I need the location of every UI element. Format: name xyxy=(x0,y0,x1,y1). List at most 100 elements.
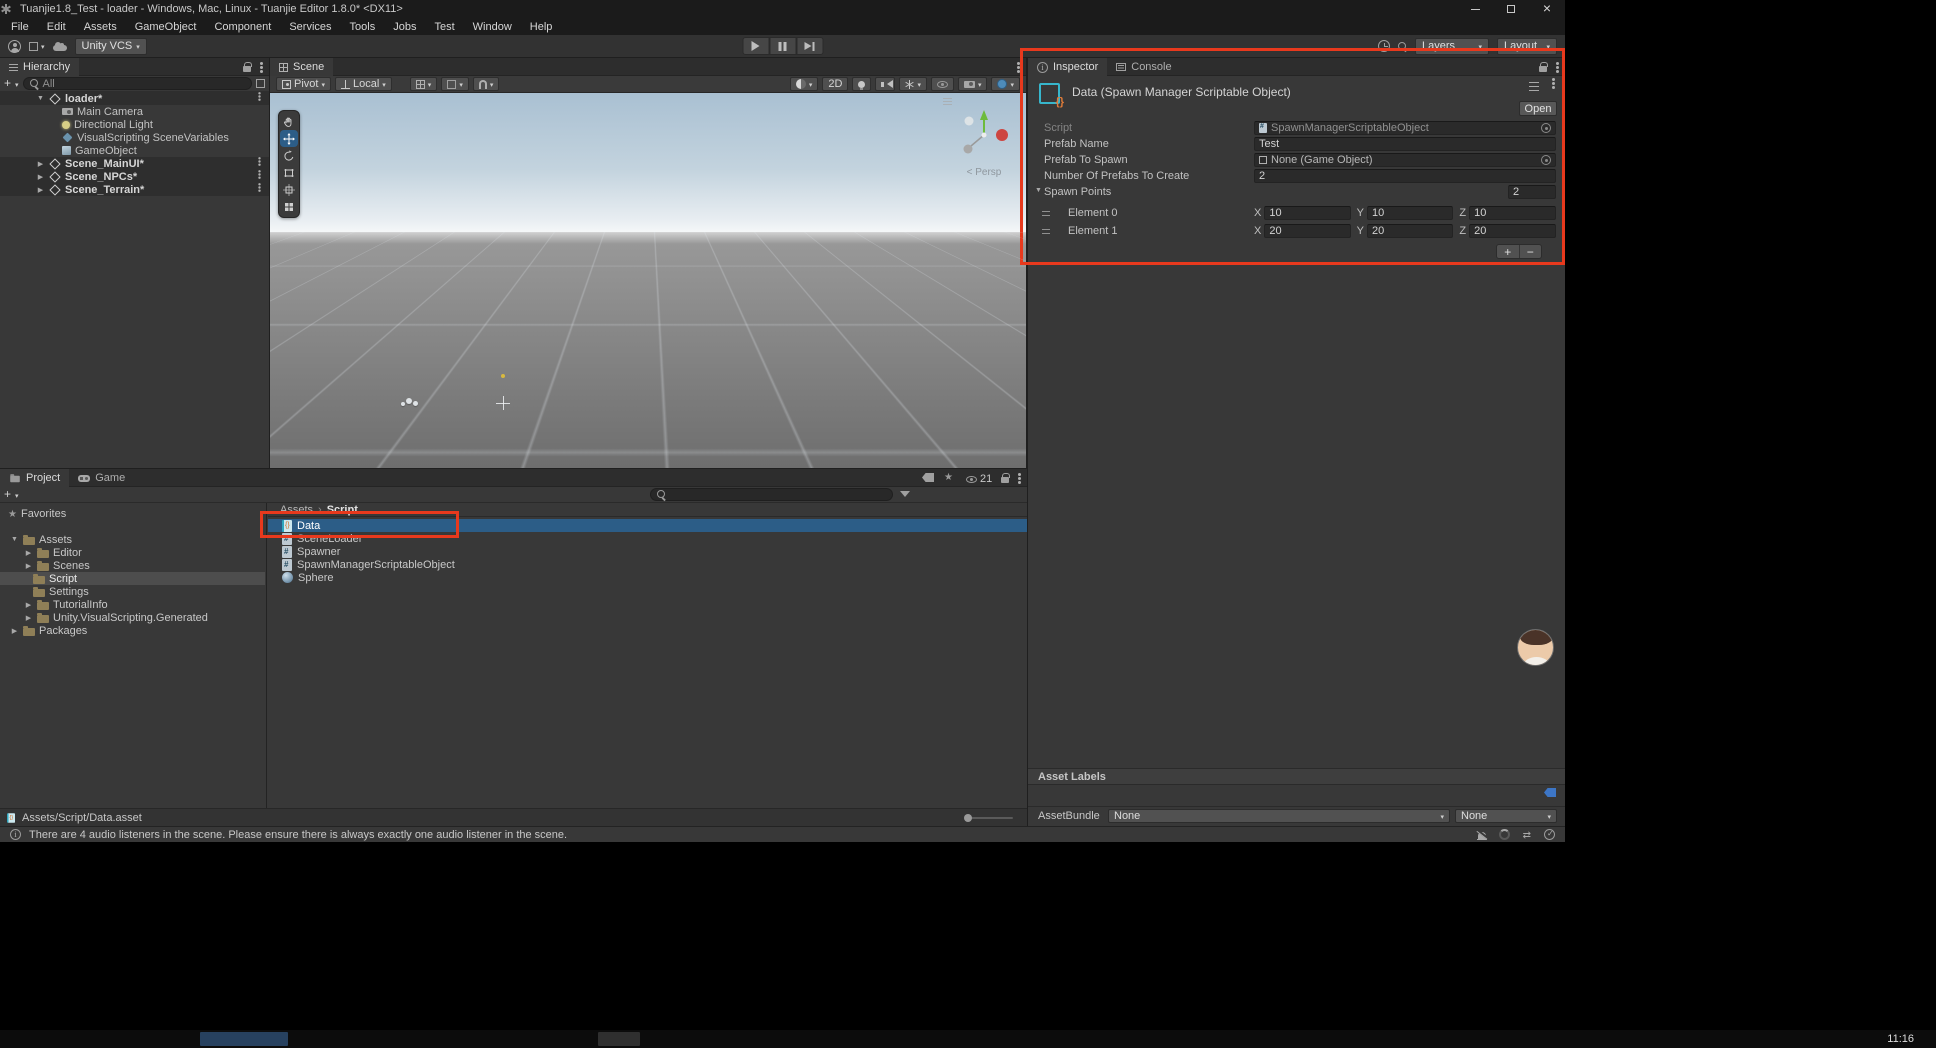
hierarchy-scene-terrain[interactable]: Scene_Terrain* xyxy=(0,183,269,196)
foldout-closed-icon[interactable] xyxy=(36,160,45,168)
hierarchy-item-gameobject[interactable]: GameObject xyxy=(0,144,269,157)
status-check-icon[interactable] xyxy=(1544,829,1555,840)
custom-tool-button[interactable] xyxy=(280,198,298,215)
audio-toggle[interactable] xyxy=(875,77,896,91)
rotate-tool-button[interactable] xyxy=(280,147,298,164)
label-tag-icon[interactable] xyxy=(1544,788,1556,797)
search-options-icon[interactable] xyxy=(256,79,265,88)
element-0-row[interactable]: Element 0 X Y Z xyxy=(1028,204,1565,222)
tree-item-settings[interactable]: Settings xyxy=(0,585,265,598)
header-menu-icon[interactable] xyxy=(1552,82,1555,85)
file-data[interactable]: Data xyxy=(268,519,1027,532)
scene-visibility-toggle[interactable] xyxy=(930,77,954,91)
scene-origin-gizmo[interactable] xyxy=(496,396,510,410)
open-button[interactable]: Open xyxy=(1519,101,1557,116)
scene-object-light-gizmo[interactable] xyxy=(501,374,505,378)
background-tasks-icon[interactable] xyxy=(1498,829,1510,840)
element-1-y-input[interactable] xyxy=(1367,224,1454,238)
tab-inspector[interactable]: Inspector xyxy=(1028,58,1108,76)
chevron-down-icon[interactable] xyxy=(15,489,19,501)
tab-game[interactable]: Game xyxy=(69,469,134,487)
scene-viewport[interactable]: < Persp xyxy=(270,93,1026,468)
row-options-icon[interactable] xyxy=(258,173,261,176)
prefab-to-spawn-field[interactable]: None (Game Object) xyxy=(1254,153,1556,167)
hierarchy-item-scenevariables[interactable]: VisualScripting SceneVariables xyxy=(0,131,269,144)
hierarchy-scene-loader[interactable]: loader* xyxy=(0,92,269,105)
tree-item-scenes[interactable]: Scenes xyxy=(0,559,265,572)
panel-menu-icon[interactable] xyxy=(260,65,263,69)
drag-handle-icon[interactable] xyxy=(1042,211,1050,216)
lock-icon[interactable] xyxy=(1001,472,1010,483)
pause-button[interactable] xyxy=(769,37,796,55)
menu-component[interactable]: Component xyxy=(205,21,280,33)
zoom-slider[interactable] xyxy=(964,813,1013,822)
menu-edit[interactable]: Edit xyxy=(38,21,75,33)
scene-object-sphere[interactable] xyxy=(413,401,418,406)
file-sphere[interactable]: Sphere xyxy=(268,571,1027,584)
save-search-icon[interactable] xyxy=(944,471,953,483)
file-spawner[interactable]: Spawner xyxy=(268,545,1027,558)
hidden-packages-count[interactable]: 21 xyxy=(966,473,992,485)
foldout-open-icon[interactable] xyxy=(1034,187,1043,194)
element-1-row[interactable]: Element 1 X Y Z xyxy=(1028,222,1565,240)
move-tool-button[interactable] xyxy=(280,130,298,147)
search-by-type-icon[interactable] xyxy=(900,490,910,502)
status-message[interactable]: There are 4 audio listeners in the scene… xyxy=(29,829,567,841)
taskbar-app-item[interactable] xyxy=(598,1032,640,1046)
tree-item-script[interactable]: Script xyxy=(0,572,265,585)
hierarchy-scene-mainui[interactable]: Scene_MainUI* xyxy=(0,157,269,170)
account-icon[interactable] xyxy=(8,39,21,53)
tab-project[interactable]: Project xyxy=(0,469,70,487)
file-sceneloader[interactable]: SceneLoader xyxy=(268,532,1027,545)
orientation-gizmo[interactable] xyxy=(956,107,1012,163)
row-options-icon[interactable] xyxy=(258,186,261,189)
foldout-open-icon[interactable] xyxy=(10,536,19,543)
tree-item-uvsg[interactable]: Unity.VisualScripting.Generated xyxy=(0,611,265,624)
foldout-closed-icon[interactable] xyxy=(36,186,45,194)
grid-snap-dropdown[interactable] xyxy=(441,77,469,91)
tab-scene[interactable]: Scene xyxy=(270,58,334,76)
menu-tools[interactable]: Tools xyxy=(341,21,385,33)
undo-history-icon[interactable] xyxy=(1378,40,1390,52)
services-dropdown[interactable] xyxy=(29,40,45,52)
foldout-open-icon[interactable] xyxy=(36,95,45,102)
foldout-closed-icon[interactable] xyxy=(24,614,33,622)
element-1-z-input[interactable] xyxy=(1469,224,1557,238)
element-0-z-input[interactable] xyxy=(1469,206,1557,220)
taskbar-app-item[interactable] xyxy=(200,1032,288,1046)
remove-element-button[interactable]: − xyxy=(1518,245,1542,258)
create-button[interactable] xyxy=(4,78,11,90)
draw-mode-dropdown[interactable] xyxy=(789,77,819,91)
element-1-x-input[interactable] xyxy=(1264,224,1351,238)
scene-object-sphere[interactable] xyxy=(406,398,412,404)
perspective-label[interactable]: < Persp xyxy=(952,167,1016,178)
foldout-closed-icon[interactable] xyxy=(36,173,45,181)
assetbundle-dropdown[interactable]: None xyxy=(1108,808,1450,823)
pivot-dropdown[interactable]: Pivot xyxy=(276,77,331,91)
handle-rotation-dropdown[interactable]: Local xyxy=(334,77,392,91)
scene-object-sphere[interactable] xyxy=(401,402,405,406)
lock-icon[interactable] xyxy=(1539,61,1548,72)
vcs-sync-icon[interactable] xyxy=(1523,829,1531,841)
chevron-down-icon[interactable] xyxy=(15,78,19,90)
play-button[interactable] xyxy=(742,37,769,55)
tab-console[interactable]: Console xyxy=(1107,58,1180,76)
hierarchy-item-directional-light[interactable]: Directional Light xyxy=(0,118,269,131)
cloud-icon[interactable] xyxy=(52,42,67,51)
panel-menu-icon[interactable] xyxy=(1017,65,1020,69)
menu-gameobject[interactable]: GameObject xyxy=(126,21,206,33)
object-picker-icon[interactable] xyxy=(1541,123,1551,133)
project-search-input[interactable] xyxy=(650,488,893,501)
close-button[interactable] xyxy=(1529,0,1565,18)
hierarchy-search-input[interactable]: All xyxy=(22,77,252,90)
lock-icon[interactable] xyxy=(243,61,252,72)
row-options-icon[interactable] xyxy=(258,95,261,98)
element-0-x-input[interactable] xyxy=(1264,206,1351,220)
minimize-button[interactable] xyxy=(1457,0,1493,18)
maximize-button[interactable] xyxy=(1493,0,1529,18)
rect-tool-button[interactable] xyxy=(280,164,298,181)
menu-test[interactable]: Test xyxy=(425,21,463,33)
object-picker-icon[interactable] xyxy=(1541,155,1551,165)
panel-menu-icon[interactable] xyxy=(1018,476,1021,480)
prefab-count-input[interactable] xyxy=(1254,169,1556,183)
